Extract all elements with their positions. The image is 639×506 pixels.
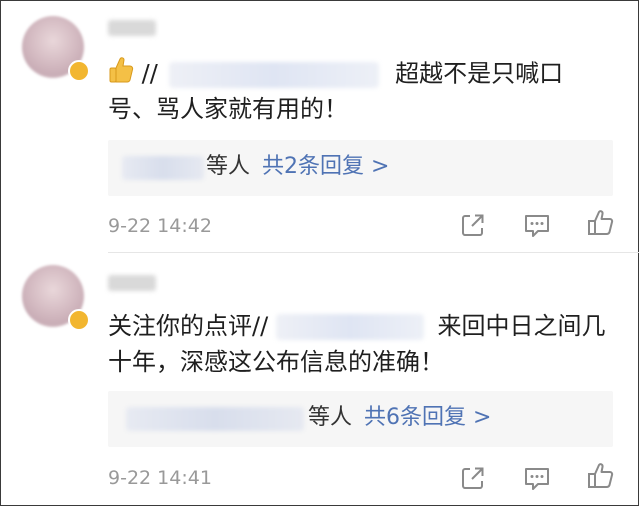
reply-users-blurred [122,156,204,180]
share-action[interactable] [458,463,488,493]
share-icon [462,467,484,489]
comment-action[interactable] [522,210,552,240]
comment-text-continued: 超越不是只喊口 [395,59,564,88]
comment-item: 关注你的点评// 来回中日之间几 十年，深感这公布信息的准确！ 等人 共6条回复… [0,253,639,506]
reply-users-suffix: 等人 [308,405,353,430]
comment-item: // 超越不是只喊口 号、骂人家就有用的！ 等人 共2条回复 > 9-22 14… [0,0,639,253]
username-blurred[interactable] [108,20,156,36]
reply-users-suffix: 等人 [206,154,251,179]
like-action[interactable] [586,461,616,491]
like-icon [588,210,614,235]
reply-preview-box[interactable]: 等人 共2条回复 > [108,140,613,196]
comment-prefix: 关注你的点评// [108,312,269,340]
like-action[interactable] [586,208,616,238]
share-icon [462,214,484,236]
comment-text-line2: 十年，深感这公布信息的准确！ [108,348,444,376]
comment-prefix: // [141,59,158,88]
mention-blurred[interactable] [275,314,424,340]
reply-users-blurred [126,407,304,431]
reply-preview-box[interactable]: 等人 共6条回复 > [108,391,613,447]
comment-icon [525,468,549,490]
comment-icon [525,215,549,237]
thumbs-up-emoji-icon [108,56,134,93]
mention-blurred[interactable] [169,61,380,88]
verified-badge-icon [68,309,90,331]
view-replies-link[interactable]: 共6条回复 > [364,403,491,433]
comment-text-continued: 来回中日之间几 [437,312,606,340]
comment-text-line1: // 超越不是只喊口 [108,56,563,93]
comment-text-line2: 号、骂人家就有用的！ [108,95,348,123]
view-replies-link[interactable]: 共2条回复 > [262,152,389,182]
comment-action[interactable] [522,463,552,493]
like-icon [588,463,614,488]
share-action[interactable] [458,210,488,240]
username-blurred[interactable] [108,275,156,291]
comment-timestamp: 9-22 14:42 [108,215,212,237]
comment-text-line1: 关注你的点评// 来回中日之间几 [108,309,605,343]
verified-badge-icon [68,60,90,82]
comment-timestamp: 9-22 14:41 [108,467,212,489]
